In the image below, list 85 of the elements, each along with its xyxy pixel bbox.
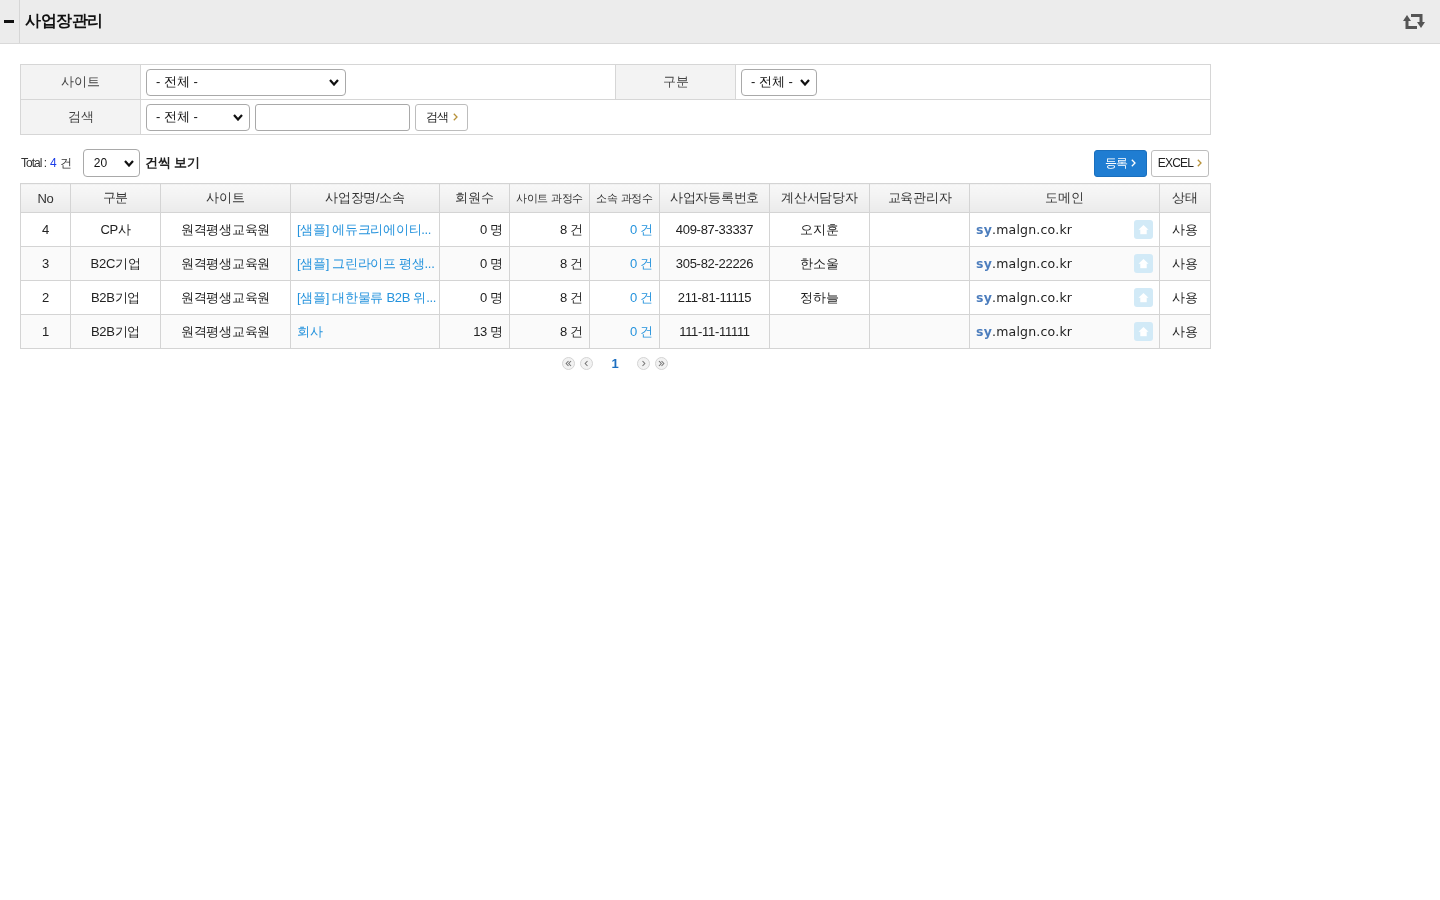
home-icon[interactable] <box>1134 220 1153 239</box>
chevron-right-icon <box>452 113 458 121</box>
column-header: 사이트 과정수 <box>509 183 590 213</box>
table-cell: 사용 <box>1159 280 1211 315</box>
chevron-down-icon <box>123 159 134 167</box>
table-cell: 8 건 <box>509 280 590 315</box>
table-cell: 1 <box>20 314 71 349</box>
table-cell: 원격평생교육원 <box>160 280 291 315</box>
chevron-right-icon <box>1197 159 1203 167</box>
table-cell: 0 명 <box>439 212 510 247</box>
table-cell: 원격평생교육원 <box>160 314 291 349</box>
total-unit: 건 <box>59 154 72 172</box>
domain-text: sy.malgn.co.kr <box>976 290 1073 305</box>
double-chevron-right-icon[interactable] <box>654 356 668 370</box>
total-count: 4 <box>50 156 57 170</box>
table-cell: 오지훈 <box>769 212 870 247</box>
table-cell: 3 <box>20 246 71 281</box>
table-cell: 사용 <box>1159 314 1211 349</box>
home-icon[interactable] <box>1134 322 1153 341</box>
course-count-link[interactable]: 0 건 <box>630 323 653 339</box>
table-cell: 409-87-33337 <box>659 212 770 247</box>
column-header: 상태 <box>1159 183 1211 213</box>
table-cell: 13 명 <box>439 314 510 349</box>
table-cell: 0 명 <box>439 280 510 315</box>
register-button[interactable]: 등록 <box>1094 149 1147 177</box>
column-header: 교육관리자 <box>869 183 970 213</box>
refresh-icon[interactable] <box>1403 13 1425 30</box>
table-cell: B2B기업 <box>70 314 161 349</box>
page-number[interactable]: 1 <box>611 355 619 371</box>
column-header: 사업자등록번호 <box>659 183 770 213</box>
table-cell: 0 명 <box>439 246 510 281</box>
dropdown-select[interactable]: - 전체 - <box>146 68 346 96</box>
chevron-right-icon <box>1131 159 1137 167</box>
domain-text: sy.malgn.co.kr <box>976 256 1073 271</box>
table-cell: 4 <box>20 212 71 247</box>
filter-label: 구분 <box>615 64 736 100</box>
course-count-link[interactable]: 0 건 <box>630 221 653 237</box>
course-count-link[interactable]: 0 건 <box>630 255 653 271</box>
table-cell: 8 건 <box>509 246 590 281</box>
column-header: 구분 <box>70 183 161 213</box>
search-input[interactable] <box>255 103 410 131</box>
table-cell: CP사 <box>70 212 161 247</box>
table-cell: 원격평생교육원 <box>160 246 291 281</box>
table-cell: B2C기업 <box>70 246 161 281</box>
table-cell: 한소울 <box>769 246 870 281</box>
total-label: Total : <box>21 156 46 170</box>
column-header: 사이트 <box>160 183 291 213</box>
search-button[interactable]: 검색 <box>415 103 468 131</box>
table-cell: 305-82-22226 <box>659 246 770 281</box>
domain-text: sy.malgn.co.kr <box>976 222 1073 237</box>
column-header: 회원수 <box>439 183 510 213</box>
home-icon[interactable] <box>1134 288 1153 307</box>
page-title: 사업장관리 <box>25 11 103 31</box>
chevron-left-icon[interactable] <box>580 356 594 370</box>
table-cell: 8 건 <box>509 212 590 247</box>
page-size-label: 건씩 보기 <box>144 154 201 172</box>
table-cell: 정하늘 <box>769 280 870 315</box>
column-header: 도메인 <box>969 183 1160 213</box>
column-header: No <box>20 183 71 213</box>
home-icon[interactable] <box>1134 254 1153 273</box>
chevron-down-icon <box>233 113 243 121</box>
table-cell: 2 <box>20 280 71 315</box>
column-header: 계산서담당자 <box>769 183 870 213</box>
domain-text: sy.malgn.co.kr <box>976 324 1073 339</box>
chevron-down-icon <box>329 78 339 86</box>
table-cell: B2B기업 <box>70 280 161 315</box>
column-header: 사업장명/소속 <box>290 183 440 213</box>
chevron-down-icon <box>800 78 810 86</box>
excel-button[interactable]: EXCEL <box>1151 149 1209 177</box>
filter-label: 검색 <box>20 99 141 135</box>
dropdown-select[interactable]: - 전체 - <box>146 103 250 131</box>
table-cell: 원격평생교육원 <box>160 212 291 247</box>
double-chevron-left-icon[interactable] <box>562 356 576 370</box>
table-cell: 8 건 <box>509 314 590 349</box>
table-cell: 사용 <box>1159 212 1211 247</box>
dropdown-select[interactable]: - 전체 - <box>741 68 817 96</box>
page-size-select[interactable]: 20 <box>82 149 140 177</box>
filter-label: 사이트 <box>20 64 141 100</box>
table-cell: 211-81-11115 <box>659 280 770 315</box>
course-count-link[interactable]: 0 건 <box>630 289 653 305</box>
chevron-right-icon[interactable] <box>636 356 650 370</box>
workplace-link[interactable]: 회사 <box>297 323 323 339</box>
table-cell: 사용 <box>1159 246 1211 281</box>
table-cell: 111-11-11111 <box>659 314 770 349</box>
column-header: 소속 과정수 <box>589 183 660 213</box>
